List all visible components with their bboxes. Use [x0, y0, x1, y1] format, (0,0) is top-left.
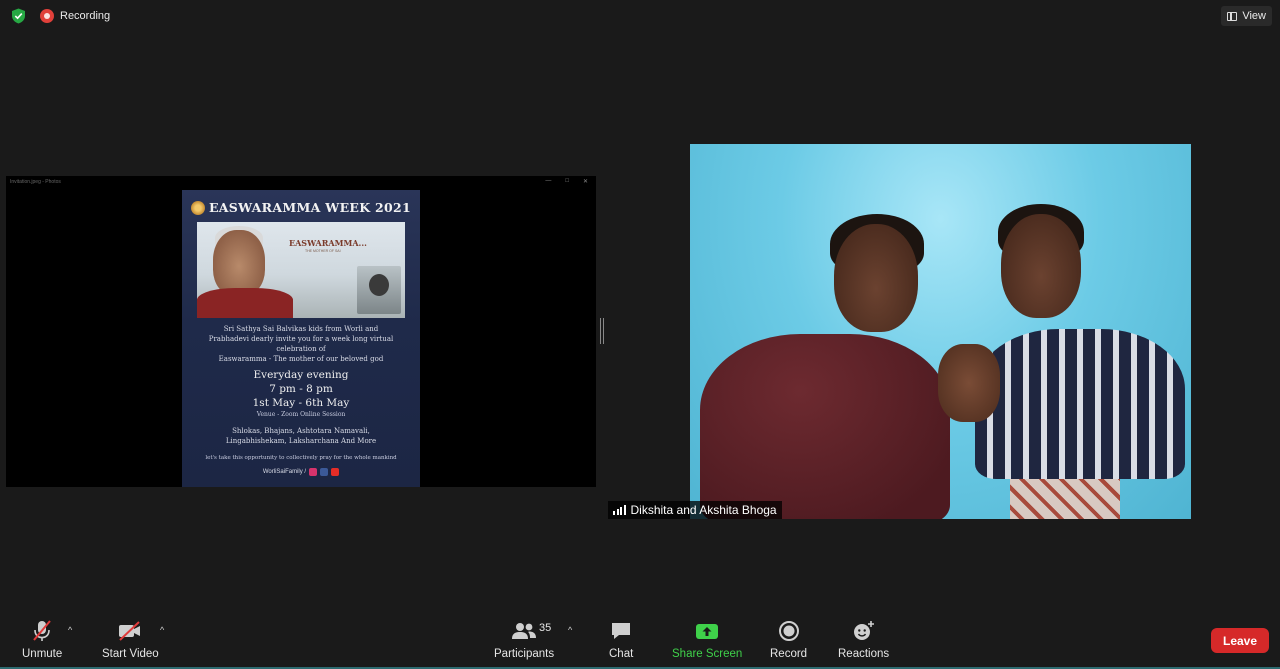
- record-label: Record: [770, 648, 808, 660]
- photo-caption: EASWARAMMA...: [289, 238, 367, 248]
- photo-subcaption: THE MOTHER OF SAI: [305, 249, 341, 253]
- chat-label: Chat: [609, 648, 634, 660]
- emblem-icon: [190, 200, 205, 215]
- share-screen-icon: [695, 619, 719, 643]
- footer-handle: WorliSaiFamily /: [262, 469, 307, 475]
- view-icon: [1227, 11, 1238, 21]
- reactions-button[interactable]: Reactions: [838, 619, 889, 660]
- leave-button[interactable]: Leave: [1211, 628, 1269, 653]
- participant-name: Dikshita and Akshita Bhoga: [630, 503, 777, 517]
- start-video-button[interactable]: Start Video: [102, 619, 159, 660]
- program-line: Shlokas, Bhajans, Ashtotara Namavali,: [232, 427, 370, 435]
- program-line: Lingabhishekam, Laksharchana And More: [225, 437, 377, 445]
- youtube-icon: [331, 468, 340, 476]
- view-button[interactable]: View: [1221, 6, 1272, 26]
- invite-line: Prabhadevi dearly invite you for a week …: [208, 335, 394, 343]
- shield-icon[interactable]: [11, 8, 26, 24]
- shared-window-title: Invitation.jpeg - Photos: [10, 179, 61, 185]
- poster-photo: EASWARAMMA... THE MOTHER OF SAI: [197, 222, 405, 318]
- participants-icon: 35: [495, 619, 553, 643]
- unmute-button[interactable]: Unmute: [22, 619, 62, 660]
- person-hands: [938, 344, 1000, 422]
- person-left-shawl: [700, 334, 950, 519]
- person-right-shawl: [975, 329, 1185, 479]
- poster-prayer-text: let's take this opportunity to collectiv…: [205, 455, 397, 461]
- recording-label: Recording: [60, 10, 111, 22]
- split-resize-handle[interactable]: [600, 318, 604, 344]
- poster-venue: Venue - Zoom Online Session: [256, 411, 346, 418]
- photo-face: [213, 230, 265, 296]
- signal-bars-icon: [613, 505, 626, 515]
- participants-label: Participants: [494, 648, 555, 660]
- poster-footer: WorliSaiFamily /: [182, 468, 420, 476]
- poster-program: Shlokas, Bhajans, Ashtotara Namavali, Li…: [182, 426, 420, 446]
- record-button[interactable]: Record: [770, 619, 807, 660]
- shared-screen[interactable]: Invitation.jpeg - Photos — □ ✕ EASWARAMM…: [6, 176, 596, 487]
- poster-title: EASWARAMMA WEEK 2021: [182, 200, 420, 215]
- top-bar: Recording View: [0, 0, 1280, 32]
- shared-window-controls: — □ ✕: [545, 178, 588, 185]
- schedule-line: 1st May - 6th May: [252, 397, 350, 409]
- schedule-line: 7 pm - 8 pm: [269, 383, 333, 395]
- share-screen-button[interactable]: Share Screen: [672, 619, 742, 660]
- maximize-icon: □: [565, 178, 569, 184]
- microphone-muted-icon: [31, 619, 53, 643]
- chat-icon: [610, 619, 632, 643]
- photo-inset: [357, 266, 401, 314]
- facebook-icon: [320, 468, 329, 476]
- minimize-icon: —: [545, 178, 552, 184]
- participants-options-caret[interactable]: ^: [568, 625, 572, 635]
- photo-sari: [197, 288, 293, 318]
- view-label: View: [1242, 10, 1266, 22]
- video-off-icon: [117, 619, 143, 643]
- participant-name-tag: Dikshita and Akshita Bhoga: [608, 501, 782, 519]
- person-right-face: [1001, 214, 1081, 318]
- close-icon: ✕: [582, 179, 588, 185]
- reactions-icon: [852, 619, 876, 643]
- audio-options-caret[interactable]: ^: [68, 625, 72, 635]
- participants-count: 35: [539, 622, 552, 634]
- video-options-caret[interactable]: ^: [160, 625, 164, 635]
- meeting-toolbar: Unmute ^ Start Video ^ 35 Participants ^…: [0, 611, 1280, 669]
- recording-indicator[interactable]: Recording: [40, 6, 110, 26]
- zoom-meeting-window: Recording View Invitation.jpeg - Photos …: [0, 0, 1280, 669]
- participant-video[interactable]: [690, 144, 1191, 519]
- participants-button[interactable]: 35 Participants: [494, 619, 554, 660]
- poster-title-text: EASWARAMMA WEEK 2021: [208, 200, 412, 215]
- recording-icon: [40, 9, 54, 23]
- invite-line: celebration of: [276, 345, 326, 353]
- invite-line: Easwaramma - The mother of our beloved g…: [218, 355, 384, 363]
- instagram-icon: [309, 468, 318, 476]
- unmute-label: Unmute: [22, 648, 63, 660]
- record-icon: [778, 619, 800, 643]
- person-left-face: [834, 224, 918, 332]
- start-video-label: Start Video: [102, 648, 159, 660]
- invite-line: Sri Sathya Sai Balvikas kids from Worli …: [223, 325, 379, 333]
- schedule-line: Everyday evening: [253, 369, 349, 381]
- poster-invite-text: Sri Sathya Sai Balvikas kids from Worli …: [182, 324, 420, 364]
- chat-button[interactable]: Chat: [609, 619, 633, 660]
- share-screen-label: Share Screen: [672, 648, 743, 660]
- poster-schedule: Everyday evening 7 pm - 8 pm 1st May - 6…: [182, 368, 420, 410]
- invitation-poster: EASWARAMMA WEEK 2021 EASWARAMMA... THE M…: [182, 190, 420, 487]
- reactions-label: Reactions: [838, 648, 890, 660]
